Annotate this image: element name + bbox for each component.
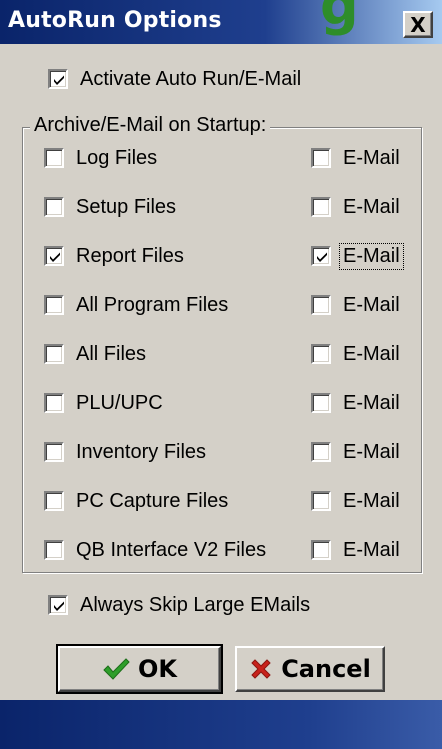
all-program-files-email-label: E-Mail bbox=[343, 293, 400, 316]
plu-upc-email-option[interactable]: E-Mail bbox=[311, 389, 400, 417]
cancel-button[interactable]: Cancel bbox=[235, 646, 385, 692]
all-files-checkbox[interactable] bbox=[44, 344, 64, 364]
plu-upc-email-checkbox[interactable] bbox=[311, 393, 331, 413]
inventory-files-label: Inventory Files bbox=[76, 440, 207, 463]
inventory-files-email-option[interactable]: E-Mail bbox=[311, 438, 400, 466]
close-icon: X bbox=[410, 12, 426, 37]
title-bar[interactable]: g AutoRun Options X bbox=[0, 0, 442, 44]
skip-large-emails-option[interactable]: Always Skip Large EMails bbox=[48, 591, 310, 619]
inventory-files-option[interactable]: Inventory Files bbox=[44, 438, 206, 466]
qb-interface-v2-files-option[interactable]: QB Interface V2 Files bbox=[44, 536, 266, 564]
activate-autorun-checkbox[interactable] bbox=[48, 69, 68, 89]
setup-files-option[interactable]: Setup Files bbox=[44, 193, 176, 221]
title-bar-background-glyph: g bbox=[320, 0, 359, 37]
archive-email-group-label: Archive/E-Mail on Startup: bbox=[30, 114, 271, 137]
qb-interface-v2-files-checkbox[interactable] bbox=[44, 540, 64, 560]
activate-autorun-label: Activate Auto Run/E-Mail bbox=[80, 67, 302, 90]
plu-upc-email-label: E-Mail bbox=[343, 391, 400, 414]
log-files-email-label: E-Mail bbox=[343, 146, 400, 169]
all-program-files-email-option[interactable]: E-Mail bbox=[311, 291, 400, 319]
report-files-option[interactable]: Report Files bbox=[44, 242, 184, 270]
all-files-email-checkbox[interactable] bbox=[311, 344, 331, 364]
all-program-files-label: All Program Files bbox=[76, 293, 229, 316]
autorun-options-dialog: g AutoRun Options X Activate Auto Run/E-… bbox=[0, 0, 442, 749]
pc-capture-files-email-checkbox[interactable] bbox=[311, 491, 331, 511]
report-files-email-checkbox[interactable] bbox=[311, 246, 331, 266]
skip-large-emails-label: Always Skip Large EMails bbox=[80, 593, 311, 616]
skip-large-emails-checkbox[interactable] bbox=[48, 595, 68, 615]
bottom-status-bar bbox=[0, 700, 442, 749]
check-mark-icon bbox=[50, 252, 60, 262]
setup-files-email-checkbox[interactable] bbox=[311, 197, 331, 217]
ok-button-label: OK bbox=[138, 655, 177, 683]
inventory-files-checkbox[interactable] bbox=[44, 442, 64, 462]
setup-files-email-option[interactable]: E-Mail bbox=[311, 193, 400, 221]
plu-upc-option[interactable]: PLU/UPC bbox=[44, 389, 163, 417]
check-mark-icon bbox=[317, 252, 327, 262]
plu-upc-label: PLU/UPC bbox=[76, 391, 163, 414]
window-title: AutoRun Options bbox=[8, 8, 222, 33]
x-icon bbox=[249, 657, 273, 681]
inventory-files-email-checkbox[interactable] bbox=[311, 442, 331, 462]
report-files-checkbox[interactable] bbox=[44, 246, 64, 266]
all-program-files-email-checkbox[interactable] bbox=[311, 295, 331, 315]
all-program-files-checkbox[interactable] bbox=[44, 295, 64, 315]
setup-files-checkbox[interactable] bbox=[44, 197, 64, 217]
pc-capture-files-email-label: E-Mail bbox=[343, 489, 400, 512]
log-files-checkbox[interactable] bbox=[44, 148, 64, 168]
all-files-option[interactable]: All Files bbox=[44, 340, 146, 368]
log-files-email-checkbox[interactable] bbox=[311, 148, 331, 168]
report-files-email-label: E-Mail bbox=[339, 242, 404, 270]
close-button[interactable]: X bbox=[403, 11, 433, 38]
check-mark-icon bbox=[54, 75, 64, 85]
log-files-label: Log Files bbox=[76, 146, 158, 169]
qb-interface-v2-files-label: QB Interface V2 Files bbox=[76, 538, 267, 561]
pc-capture-files-label: PC Capture Files bbox=[76, 489, 229, 512]
qb-interface-v2-files-email-label: E-Mail bbox=[343, 538, 400, 561]
log-files-option[interactable]: Log Files bbox=[44, 144, 157, 172]
qb-interface-v2-files-email-checkbox[interactable] bbox=[311, 540, 331, 560]
cancel-button-label: Cancel bbox=[281, 655, 371, 683]
all-files-email-option[interactable]: E-Mail bbox=[311, 340, 400, 368]
plu-upc-checkbox[interactable] bbox=[44, 393, 64, 413]
setup-files-label: Setup Files bbox=[76, 195, 177, 218]
all-files-email-label: E-Mail bbox=[343, 342, 400, 365]
pc-capture-files-checkbox[interactable] bbox=[44, 491, 64, 511]
report-files-label: Report Files bbox=[76, 244, 184, 267]
inventory-files-email-label: E-Mail bbox=[343, 440, 400, 463]
report-files-email-option[interactable]: E-Mail bbox=[311, 242, 404, 270]
check-mark-icon bbox=[54, 601, 64, 611]
ok-button[interactable]: OK bbox=[56, 644, 223, 694]
activate-autorun-option[interactable]: Activate Auto Run/E-Mail bbox=[48, 65, 301, 93]
all-program-files-option[interactable]: All Program Files bbox=[44, 291, 228, 319]
setup-files-email-label: E-Mail bbox=[343, 195, 400, 218]
pc-capture-files-email-option[interactable]: E-Mail bbox=[311, 487, 400, 515]
log-files-email-option[interactable]: E-Mail bbox=[311, 144, 400, 172]
pc-capture-files-option[interactable]: PC Capture Files bbox=[44, 487, 228, 515]
qb-interface-v2-files-email-option[interactable]: E-Mail bbox=[311, 536, 400, 564]
checkmark-icon bbox=[102, 657, 130, 681]
all-files-label: All Files bbox=[76, 342, 147, 365]
